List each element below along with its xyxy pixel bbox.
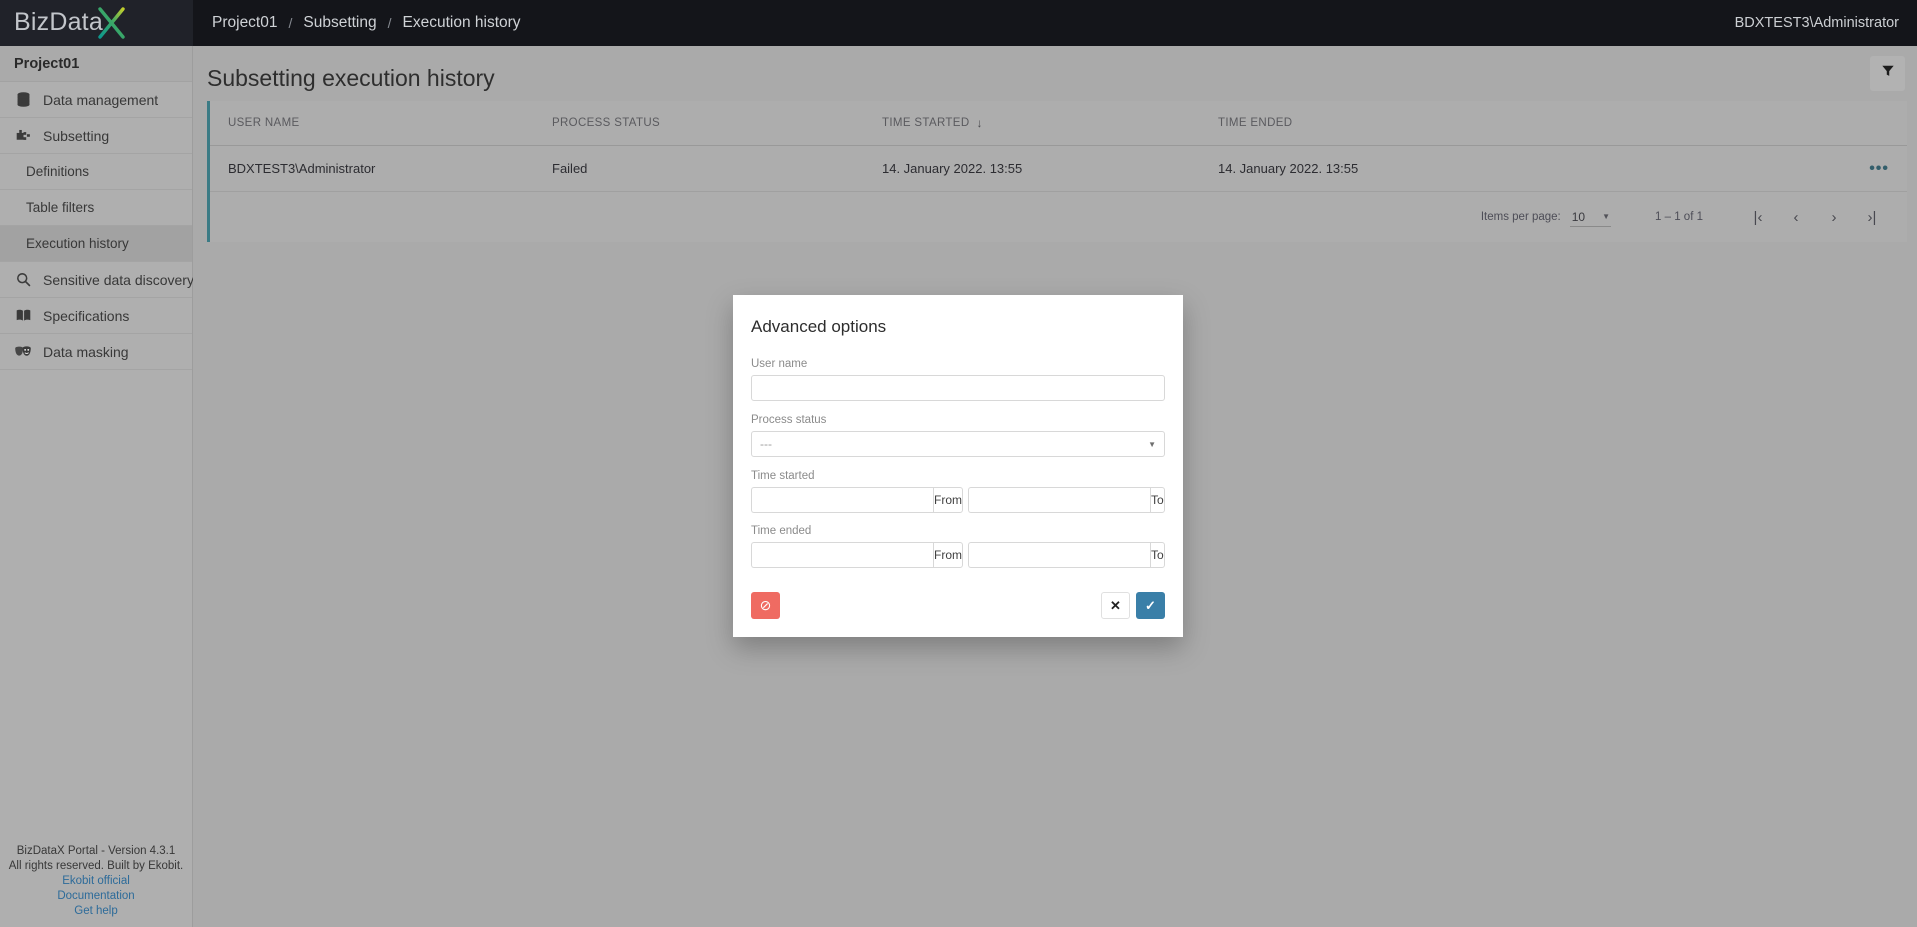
cancel-button[interactable]: ✕	[1101, 592, 1130, 619]
dialog-title: Advanced options	[751, 317, 887, 336]
time-ended-to-input[interactable]	[968, 542, 1150, 568]
time-ended-to-group: To	[968, 542, 1165, 568]
time-started-from-group: From	[751, 487, 963, 513]
time-started-from-input[interactable]	[751, 487, 933, 513]
time-ended-label: Time ended	[751, 525, 812, 537]
dialog-actions: ⊘ ✕ ✓	[751, 592, 1165, 619]
time-ended-from-input[interactable]	[751, 542, 933, 568]
process-status-select[interactable]: --- ▼	[751, 431, 1165, 457]
time-started-label: Time started	[751, 470, 815, 482]
dialog-confirm-group: ✕ ✓	[1101, 592, 1165, 619]
time-started-to-group: To	[968, 487, 1165, 513]
chevron-down-icon: ▼	[1148, 439, 1156, 449]
user-name-label: User name	[751, 358, 808, 370]
time-started-to-suffix[interactable]: To	[1150, 487, 1165, 513]
process-status-label: Process status	[751, 414, 827, 426]
user-name-input[interactable]	[751, 375, 1165, 401]
confirm-button[interactable]: ✓	[1136, 592, 1165, 619]
clear-filters-button[interactable]: ⊘	[751, 592, 780, 619]
time-ended-from-group: From	[751, 542, 963, 568]
time-started-range: From To	[751, 487, 1165, 513]
check-icon: ✓	[1145, 597, 1156, 613]
time-ended-range: From To	[751, 542, 1165, 568]
time-started-to-input[interactable]	[968, 487, 1150, 513]
close-icon: ✕	[1110, 597, 1121, 613]
advanced-options-dialog: Advanced options User name Process statu…	[733, 295, 1183, 637]
time-ended-from-suffix[interactable]: From	[933, 542, 963, 568]
block-icon: ⊘	[759, 597, 772, 613]
time-started-from-suffix[interactable]: From	[933, 487, 963, 513]
time-ended-to-suffix[interactable]: To	[1150, 542, 1165, 568]
process-status-value: ---	[760, 437, 772, 451]
